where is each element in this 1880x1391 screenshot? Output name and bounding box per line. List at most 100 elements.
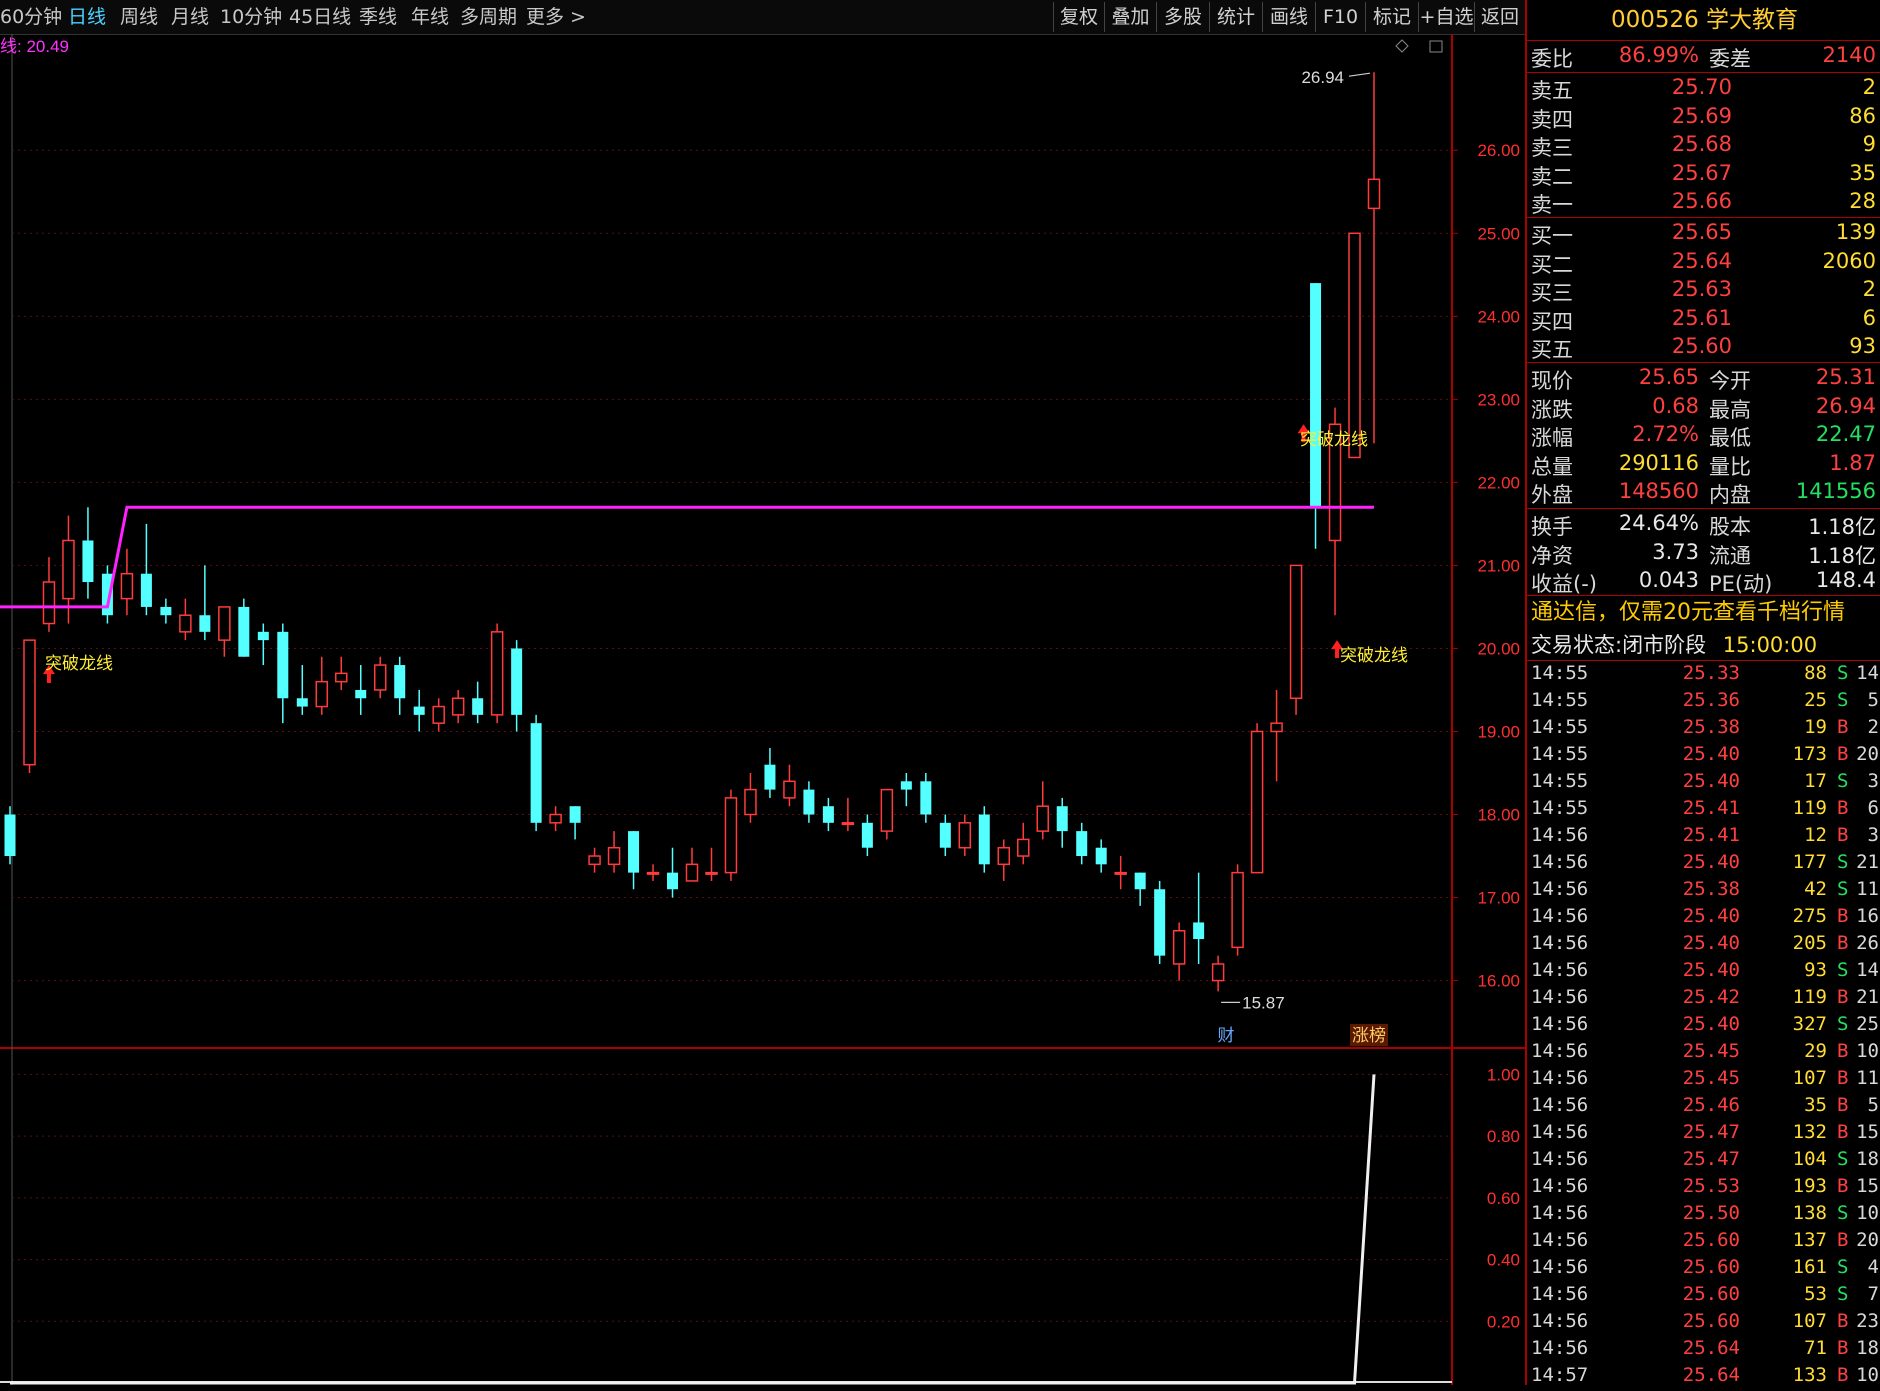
price-axis-label: 17.00	[1477, 889, 1520, 908]
tab-daily[interactable]: 日线	[68, 3, 106, 31]
candle-body-up	[783, 780, 796, 799]
dragon-line	[0, 505, 1374, 609]
price-axis-label: 18.00	[1477, 806, 1520, 825]
candle-body-down	[628, 831, 640, 873]
add-watchlist-button[interactable]: +自选	[1418, 2, 1474, 32]
candle-body-up	[646, 871, 660, 875]
promo-banner[interactable]: 通达信，仅需20元查看千档行情	[1527, 597, 1880, 629]
mark-button[interactable]: 标记	[1365, 2, 1418, 32]
tab-60min[interactable]: 60分钟	[0, 3, 62, 31]
tick-row: 14:56 25.40 275 B 16	[1531, 905, 1879, 927]
candle-body-down	[1310, 283, 1322, 508]
candle-body-up	[841, 822, 855, 826]
candle-body-up	[451, 697, 465, 716]
tick-row: 14:56 25.38 42 S 11	[1531, 878, 1879, 900]
bid-level-3: 买三 25.63 2	[1531, 277, 1876, 305]
candle-body-up	[549, 813, 562, 824]
tick-row: 14:55 25.38 19 B 2	[1531, 716, 1879, 738]
tab-multi-period[interactable]: 多周期	[460, 3, 517, 31]
tab-45day[interactable]: 45日线	[289, 3, 351, 31]
candle-body-up	[958, 822, 972, 849]
trade-state: 交易状态:闭市阶段 15:00:00	[1531, 633, 1818, 657]
candle-body-down	[920, 781, 932, 815]
tick-row: 14:56 25.41 12 B 3	[1531, 824, 1879, 846]
dragon-line-value: 线: 20.49	[0, 37, 69, 56]
candle-body-up	[685, 863, 699, 882]
indicator-axis-label: 0.60	[1487, 1189, 1520, 1208]
limit-up-badge: 涨榜	[1352, 1026, 1386, 1045]
overlay-button[interactable]: 叠加	[1104, 2, 1156, 32]
indicator-line	[10, 1074, 1376, 1385]
candle-body-down	[861, 822, 873, 848]
candle-body-up	[1114, 871, 1127, 875]
candle-body-down	[4, 814, 16, 857]
bid-level-1: 买一 25.65 139	[1531, 220, 1876, 248]
f10-button[interactable]: F10	[1315, 2, 1365, 32]
candle-body-up	[179, 614, 192, 633]
stat-row: 净资 3.73 流通 1.18亿	[1531, 539, 1876, 568]
tab-10min[interactable]: 10分钟	[220, 3, 282, 31]
kline-chart[interactable]: 26.00 25.00 24.00 23.00 22.00 21.00 20.00 19.00…	[0, 34, 1525, 1385]
candle-body-up	[607, 846, 621, 866]
tab-monthly[interactable]: 月线	[171, 3, 209, 31]
candle-body-up	[23, 639, 36, 766]
tab-weekly[interactable]: 周线	[120, 3, 158, 31]
multi-stock-button[interactable]: 多股	[1156, 2, 1209, 32]
candle-body-up	[1270, 722, 1283, 733]
candle-body-up	[373, 664, 387, 691]
tick-row: 14:55 25.40 173 B 20	[1531, 743, 1879, 765]
tick-row: 14:56 25.40 93 S 14	[1531, 959, 1879, 981]
tick-row: 14:55 25.33 88 S 14	[1531, 662, 1879, 684]
candle-body-up	[335, 672, 348, 683]
tab-quarterly[interactable]: 季线	[359, 3, 397, 31]
tick-row: 14:56 25.42 119 B 21	[1531, 986, 1879, 1008]
stock-title: 000526 学大教育	[1610, 7, 1799, 33]
candle-body-up	[1036, 805, 1049, 832]
price-axis-label: 23.00	[1477, 390, 1520, 409]
tick-row: 14:55 25.40 17 S 3	[1531, 770, 1879, 792]
signal-label: 突破龙线	[1300, 430, 1368, 449]
draw-line-button[interactable]: 画线	[1262, 2, 1315, 32]
window-icon	[1429, 40, 1443, 53]
candle-body-down	[1154, 889, 1166, 956]
high-price-label: 26.94	[1301, 68, 1344, 87]
tick-row: 14:56 25.60 53 S 7	[1531, 1283, 1879, 1305]
candle-body-up	[724, 797, 738, 874]
candle-body-up	[997, 846, 1011, 866]
tab-more[interactable]: 更多 >	[526, 3, 586, 31]
low-price-label: 15.87	[1242, 993, 1285, 1012]
tick-row: 14:56 25.47 104 S 18	[1531, 1148, 1879, 1170]
price-axis-label: 25.00	[1477, 224, 1520, 243]
ask-level-4: 卖四 25.69 86	[1531, 103, 1876, 132]
kline-chart-area[interactable]: 26.00 25.00 24.00 23.00 22.00 21.00 20.00 19.00…	[0, 34, 1525, 1385]
tick-row: 14:56 25.40 327 S 25	[1531, 1013, 1879, 1035]
candle-body-down	[764, 764, 776, 790]
stat-row: 现价 25.65 今开 25.31	[1531, 365, 1876, 393]
candle-body-down	[140, 573, 152, 607]
candle-body-down	[355, 689, 367, 699]
indicator-axis-label: 0.20	[1487, 1312, 1520, 1331]
candle-body-down	[1056, 806, 1068, 832]
finance-badge: 财	[1218, 1026, 1235, 1045]
candle-body-up	[1017, 838, 1030, 857]
period-toolbar: 60分钟 日线 周线 月线 10分钟 45日线 季线 年线 多周期 更多 > 复…	[0, 0, 1525, 35]
statistics-button[interactable]: 统计	[1209, 2, 1262, 32]
tick-row: 14:56 25.45 29 B 10	[1531, 1040, 1879, 1062]
indicator-axis-label: 1.00	[1487, 1065, 1520, 1084]
stat-row: 涨跌 0.68 最高 26.94	[1531, 393, 1876, 422]
candle-body-down	[82, 540, 94, 583]
candle-body-down	[569, 806, 581, 823]
stat-row: 换手 24.64% 股本 1.18亿	[1531, 511, 1876, 539]
back-button[interactable]: 返回	[1474, 2, 1525, 32]
candle-body-up	[1211, 963, 1225, 982]
price-axis-label: 22.00	[1477, 473, 1520, 492]
price-axis-label: 24.00	[1477, 307, 1520, 326]
tick-row: 14:56 25.50 138 S 10	[1531, 1202, 1879, 1224]
tab-yearly[interactable]: 年线	[411, 3, 449, 31]
candle-body-up	[1348, 232, 1361, 459]
stat-row: 收益(-) 0.043 PE(动) 148.4	[1531, 568, 1876, 596]
adjust-button[interactable]: 复权	[1053, 2, 1104, 32]
tick-row: 14:56 25.40 205 B 26	[1531, 932, 1879, 954]
candle-body-down	[1193, 922, 1205, 940]
tick-row: 14:55 25.36 25 S 5	[1531, 689, 1879, 711]
